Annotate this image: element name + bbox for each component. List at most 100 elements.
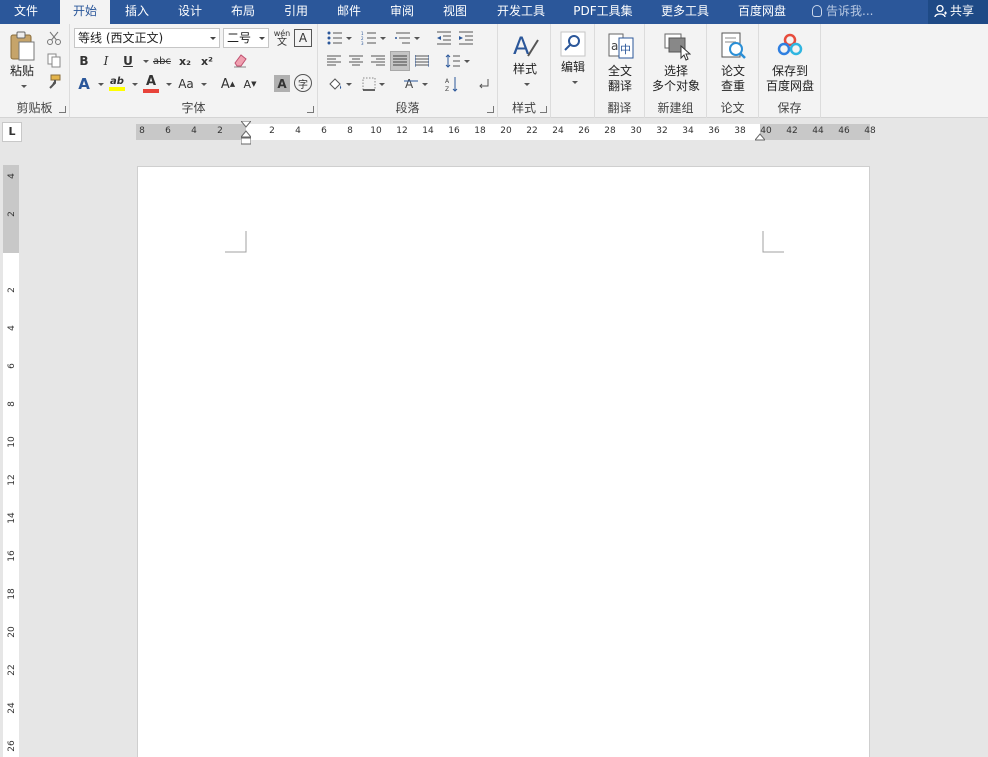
- ruler-tick-label: 48: [864, 126, 876, 136]
- ruler-row: L 8 6 4 2 2 4 6 8 10 12 14 16 18 20 22 24 26 28 30 32 34 36 38…: [0, 119, 988, 145]
- increase-indent-button[interactable]: [456, 28, 476, 48]
- dialog-launcher-icon[interactable]: [487, 106, 494, 113]
- tab-home[interactable]: 开始: [60, 0, 110, 25]
- clear-formatting-button[interactable]: [230, 50, 250, 70]
- highlight-color-button[interactable]: ab: [108, 72, 126, 94]
- bold-button[interactable]: B: [76, 52, 92, 70]
- ruler-tick-label: 8: [347, 126, 353, 136]
- superscript-button[interactable]: x²: [198, 52, 216, 70]
- shading-button[interactable]: [324, 74, 354, 94]
- numbering-button[interactable]: 123: [358, 28, 388, 48]
- align-center-button[interactable]: [346, 51, 366, 71]
- tab-developer[interactable]: 开发工具: [488, 0, 554, 24]
- font-color-button[interactable]: A: [142, 72, 160, 94]
- italic-button[interactable]: I: [98, 52, 114, 70]
- chevron-down-icon[interactable]: [98, 83, 104, 86]
- copy-button[interactable]: [44, 50, 64, 70]
- character-shading-button[interactable]: A: [274, 75, 290, 92]
- share-button[interactable]: 共享: [928, 0, 988, 24]
- vruler-tick-label: 12: [7, 474, 17, 486]
- line-spacing-icon: [445, 54, 460, 68]
- grow-font-button[interactable]: A ▲: [220, 74, 236, 94]
- ruler-tick-label: 4: [191, 126, 197, 136]
- tab-design[interactable]: 设计: [165, 0, 215, 24]
- paste-button[interactable]: 粘贴: [4, 30, 40, 94]
- show-marks-button[interactable]: [474, 74, 494, 94]
- change-case-button[interactable]: Aa: [176, 74, 196, 94]
- strikethrough-button[interactable]: abc: [150, 52, 174, 70]
- phonetic-guide-button[interactable]: wén 文: [272, 27, 292, 49]
- tab-file[interactable]: 文件: [0, 0, 52, 24]
- align-left-button[interactable]: [324, 51, 344, 71]
- select-multiple-objects-button[interactable]: 选择 多个对象: [648, 30, 704, 94]
- borders-button[interactable]: [358, 74, 388, 94]
- enclose-characters-button[interactable]: 字: [294, 74, 312, 92]
- distributed-button[interactable]: [412, 51, 432, 71]
- ruler-tick-label: 24: [552, 126, 564, 136]
- chevron-down-icon[interactable]: [132, 83, 138, 86]
- dialog-launcher-icon[interactable]: [307, 106, 314, 113]
- document-page[interactable]: [137, 166, 870, 757]
- dialog-launcher-icon[interactable]: [540, 106, 547, 113]
- paper-check-button[interactable]: 论文 查重: [711, 30, 755, 94]
- tab-mailings[interactable]: 邮件: [324, 0, 374, 24]
- borders-icon: [362, 77, 375, 91]
- font-family-select[interactable]: 等线 (西文正文): [74, 28, 220, 48]
- right-indent-marker-icon[interactable]: [755, 130, 765, 144]
- tab-selector[interactable]: L: [2, 122, 22, 142]
- tab-layout[interactable]: 布局: [218, 0, 268, 24]
- indent-marker-icon[interactable]: [241, 121, 251, 147]
- decrease-indent-button[interactable]: [434, 28, 454, 48]
- ruler-tick-label: 12: [396, 126, 408, 136]
- chevron-down-icon[interactable]: [143, 60, 149, 63]
- tab-pdf-tools[interactable]: PDF工具集: [566, 0, 640, 24]
- sort-button[interactable]: AZ: [442, 74, 462, 94]
- ruler-tick-label: 16: [448, 126, 460, 136]
- ruler-tick-label: 38: [734, 126, 746, 136]
- ruler-tick-label: 22: [526, 126, 538, 136]
- bullets-button[interactable]: [324, 28, 354, 48]
- text-effects-button[interactable]: A: [76, 74, 92, 94]
- horizontal-ruler[interactable]: 8 6 4 2 2 4 6 8 10 12 14 16 18 20 22 24 26 28 30 32 34 36 38 40…: [136, 121, 876, 145]
- ruler-tick-label: 2: [269, 126, 275, 136]
- format-painter-button[interactable]: [44, 72, 64, 92]
- editing-button[interactable]: 编辑: [555, 30, 591, 90]
- margin-corner-top-right: [762, 231, 784, 253]
- chevron-down-icon: [210, 37, 216, 40]
- multilevel-list-button[interactable]: [392, 28, 422, 48]
- lightbulb-icon: [812, 5, 822, 17]
- chevron-down-icon[interactable]: [166, 83, 172, 86]
- svg-text:A: A: [513, 32, 530, 60]
- tab-more-tools[interactable]: 更多工具: [652, 0, 718, 24]
- tab-view[interactable]: 视图: [430, 0, 480, 24]
- scissors-icon: [47, 31, 61, 45]
- vruler-tick-label: 22: [7, 664, 17, 676]
- chinese-layout-button[interactable]: A: [400, 74, 430, 94]
- save-to-baidu-button[interactable]: 保存到 百度网盘: [762, 30, 818, 94]
- justify-button[interactable]: [390, 51, 410, 71]
- tab-review[interactable]: 审阅: [377, 0, 427, 24]
- character-border-button[interactable]: A: [294, 29, 312, 47]
- outdent-icon: [437, 31, 451, 45]
- underline-button[interactable]: U: [120, 52, 136, 70]
- ruler-tick-label: 28: [604, 126, 616, 136]
- cut-button[interactable]: [44, 28, 64, 48]
- font-size-select[interactable]: 二号: [223, 28, 269, 48]
- tab-baidu-netdisk[interactable]: 百度网盘: [729, 0, 795, 24]
- vertical-ruler[interactable]: 4 2 2 4 6 8 10 12 14 16 18 20 22 24 26: [3, 165, 19, 757]
- search-icon: [560, 31, 586, 57]
- tab-references[interactable]: 引用: [271, 0, 321, 24]
- subscript-button[interactable]: x₂: [176, 52, 194, 70]
- ruler-tick-label: 6: [165, 126, 171, 136]
- align-right-button[interactable]: [368, 51, 388, 71]
- tell-me-box[interactable]: 告诉我...: [812, 0, 873, 24]
- shrink-font-button[interactable]: A ▼: [242, 74, 258, 94]
- vruler-tick-label: 10: [7, 436, 17, 448]
- styles-button[interactable]: A 样式: [504, 30, 546, 92]
- full-translate-button[interactable]: a中 全文 翻译: [598, 30, 642, 94]
- chevron-down-icon[interactable]: [201, 83, 207, 86]
- line-spacing-button[interactable]: [442, 51, 472, 71]
- tab-insert[interactable]: 插入: [112, 0, 162, 24]
- chevron-down-icon: [20, 85, 27, 88]
- dialog-launcher-icon[interactable]: [59, 106, 66, 113]
